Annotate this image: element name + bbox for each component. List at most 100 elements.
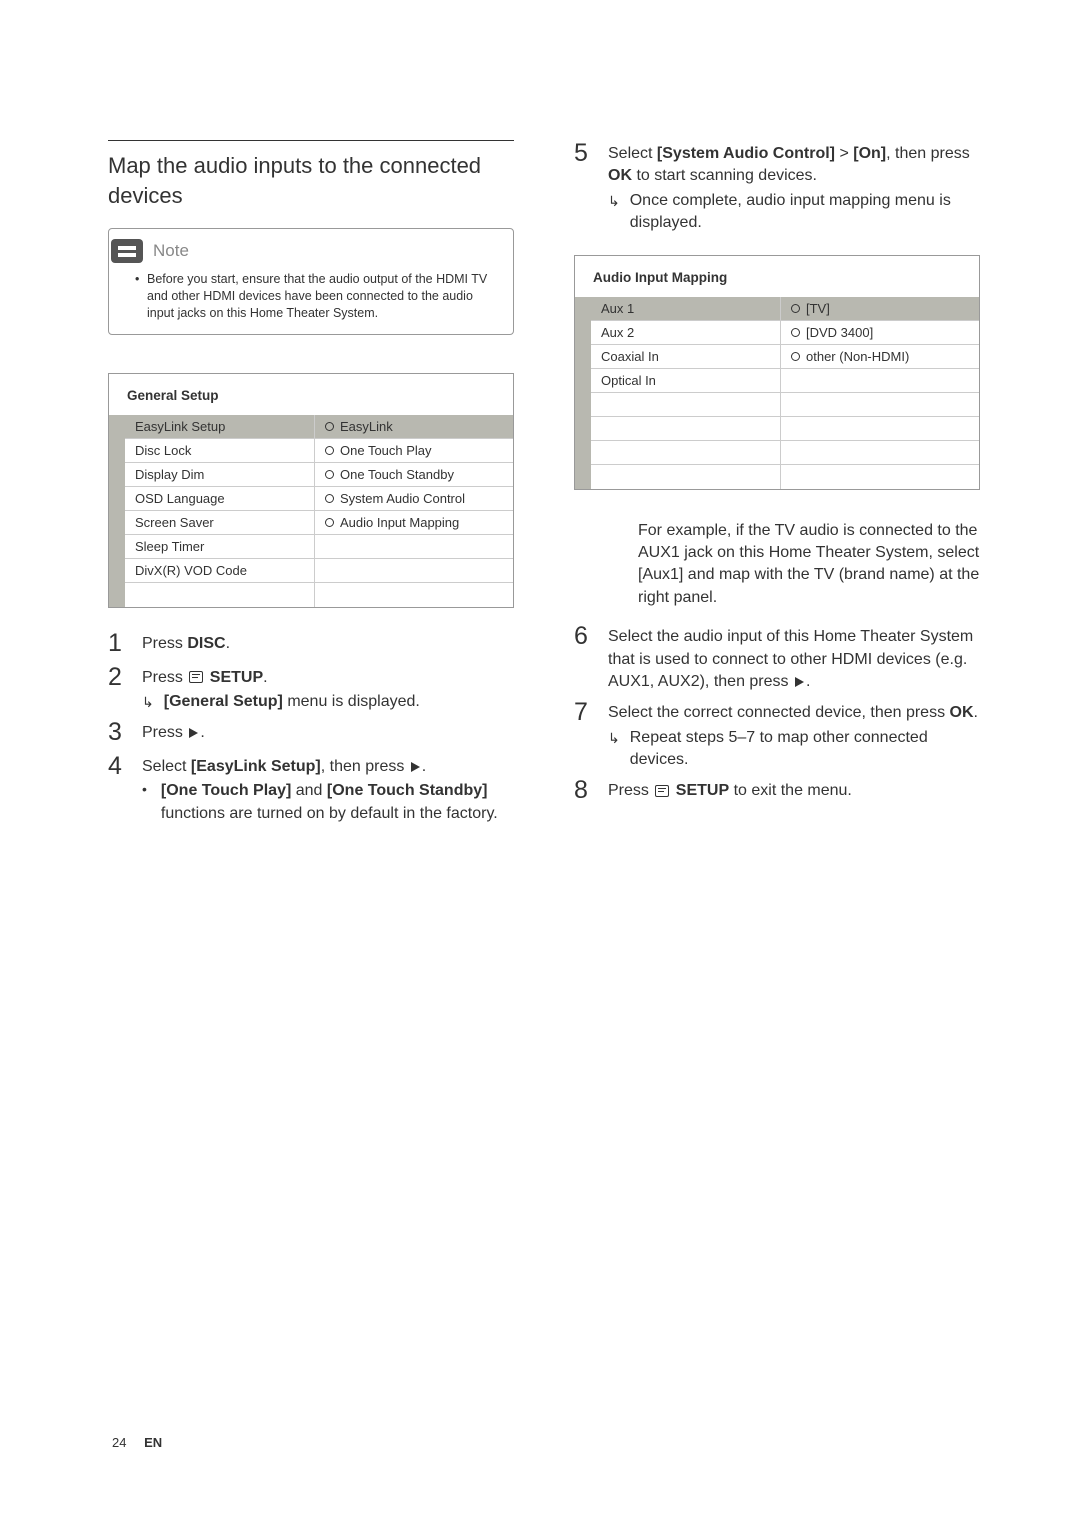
page-lang: EN xyxy=(144,1435,162,1450)
panel-right-column: EasyLink One Touch Play One Touch Standb… xyxy=(314,415,513,607)
step-6: 6 Select the audio input of this Home Th… xyxy=(574,623,980,693)
panel-row: [TV] xyxy=(781,297,979,321)
panel-row-blank xyxy=(781,417,979,441)
plain-text: menu is displayed. xyxy=(283,693,420,710)
panel-spine xyxy=(109,415,125,607)
panel-row: EasyLink xyxy=(315,415,513,439)
step-content: Press DISC. xyxy=(142,630,514,658)
plain-text: jack on this Home Theater System, select xyxy=(680,544,979,561)
panel-row-blank xyxy=(591,441,780,465)
radio-icon xyxy=(791,328,800,337)
step-2: 2 Press SETUP. ↳ [General Setup] menu is… xyxy=(108,664,514,714)
play-right-icon xyxy=(411,762,420,772)
step-3: 3 Press . xyxy=(108,719,514,747)
step-text: > xyxy=(835,145,853,162)
step-content: Select the correct connected device, the… xyxy=(608,699,980,771)
note-icon xyxy=(111,239,143,263)
panel-row: Aux 2 xyxy=(591,321,780,345)
setup-label: SETUP xyxy=(205,669,263,686)
step-sub-text: [General Setup] menu is displayed. xyxy=(164,691,420,713)
note-list: Before you start, ensure that the audio … xyxy=(123,271,499,322)
panel-left-column: EasyLink Setup Disc Lock Display Dim OSD… xyxy=(125,415,314,607)
panel-row: DivX(R) VOD Code xyxy=(125,559,314,583)
bold-text: [General Setup] xyxy=(164,693,283,710)
step-text: . xyxy=(226,635,230,652)
bold-text: AUX1 xyxy=(638,544,680,561)
step-sub-result: ↳ Repeat steps 5–7 to map other connecte… xyxy=(608,727,980,772)
step-text: to start scanning devices. xyxy=(632,167,817,184)
bold-text: [One Touch Standby] xyxy=(327,782,488,799)
panel-row-blank xyxy=(781,393,979,417)
page-footer: 24 EN xyxy=(112,1435,162,1450)
panel-row-blank xyxy=(591,417,780,441)
panel-row-label: other (Non-HDMI) xyxy=(806,349,909,364)
step-text: Press xyxy=(142,724,187,741)
step-sub-text: Once complete, audio input mapping menu … xyxy=(630,190,980,235)
step-text: . xyxy=(806,673,810,690)
note-header: Note xyxy=(111,239,499,263)
step-content: Press . xyxy=(142,719,514,747)
left-heading: Map the audio inputs to the connected de… xyxy=(108,151,514,210)
bold-text: [One Touch Play] xyxy=(161,782,291,799)
bold-text: [System Audio Control] xyxy=(657,145,835,162)
general-setup-title: General Setup xyxy=(109,374,513,415)
panel-row-blank xyxy=(591,465,780,489)
step-content: Select the audio input of this Home Thea… xyxy=(608,623,980,693)
step-number: 1 xyxy=(108,630,126,658)
step-sub-result: ↳ Once complete, audio input mapping men… xyxy=(608,190,980,235)
step-text: . xyxy=(422,758,426,775)
step-7: 7 Select the correct connected device, t… xyxy=(574,699,980,771)
step-text: Select xyxy=(142,758,191,775)
general-setup-panel: General Setup EasyLink Setup Disc Lock D… xyxy=(108,373,514,608)
panel-left-column: Aux 1 Aux 2 Coaxial In Optical In xyxy=(591,297,780,489)
plain-text: and xyxy=(291,782,327,799)
panel-row-blank xyxy=(591,393,780,417)
result-arrow-icon: ↳ xyxy=(142,691,154,713)
plain-text: For example, if the TV audio is connecte… xyxy=(638,522,977,539)
panel-row: OSD Language xyxy=(125,487,314,511)
panel-row: System Audio Control xyxy=(315,487,513,511)
section-divider xyxy=(108,140,514,141)
step-number: 6 xyxy=(574,623,592,693)
step-text: Select xyxy=(608,145,657,162)
step-number: 7 xyxy=(574,699,592,771)
panel-row: [DVD 3400] xyxy=(781,321,979,345)
panel-row-blank xyxy=(781,465,979,489)
step-sub-text: Repeat steps 5–7 to map other connected … xyxy=(630,727,980,772)
panel-row-label: System Audio Control xyxy=(340,491,465,506)
result-arrow-icon: ↳ xyxy=(608,190,620,235)
bullet-icon: • xyxy=(142,780,147,825)
step-text: Press xyxy=(142,669,187,686)
left-steps: 1 Press DISC. 2 Press SETUP. ↳ [General … xyxy=(108,630,514,825)
panel-row: other (Non-HDMI) xyxy=(781,345,979,369)
radio-icon xyxy=(325,494,334,503)
example-text: For example, if the TV audio is connecte… xyxy=(638,520,980,610)
right-steps-upper: 5 Select [System Audio Control] > [On], … xyxy=(574,140,980,235)
setup-label: SETUP xyxy=(671,782,729,799)
step-number: 3 xyxy=(108,719,126,747)
panel-row: Screen Saver xyxy=(125,511,314,535)
step-text: . xyxy=(200,724,204,741)
panel-row-label: One Touch Standby xyxy=(340,467,454,482)
page-number: 24 xyxy=(112,1435,126,1450)
play-right-icon xyxy=(795,677,804,687)
radio-icon xyxy=(325,518,334,527)
audio-mapping-panel: Audio Input Mapping Aux 1 Aux 2 Coaxial … xyxy=(574,255,980,490)
step-text: . xyxy=(263,669,267,686)
note-box: Note Before you start, ensure that the a… xyxy=(108,228,514,335)
result-arrow-icon: ↳ xyxy=(608,727,620,772)
ok-label: OK xyxy=(608,167,632,184)
step-text: Press xyxy=(142,635,187,652)
step-8: 8 Press SETUP to exit the menu. xyxy=(574,777,980,805)
radio-icon xyxy=(325,422,334,431)
step-number: 4 xyxy=(108,753,126,825)
panel-row: One Touch Play xyxy=(315,439,513,463)
step-text: , then press xyxy=(321,758,409,775)
step-sub-text: [One Touch Play] and [One Touch Standby]… xyxy=(161,780,514,825)
step-text: to exit the menu. xyxy=(729,782,852,799)
radio-icon xyxy=(325,446,334,455)
note-list-item: Before you start, ensure that the audio … xyxy=(135,271,499,322)
step-text: Press xyxy=(608,782,653,799)
general-setup-body: EasyLink Setup Disc Lock Display Dim OSD… xyxy=(109,415,513,607)
panel-row-blank xyxy=(781,369,979,393)
